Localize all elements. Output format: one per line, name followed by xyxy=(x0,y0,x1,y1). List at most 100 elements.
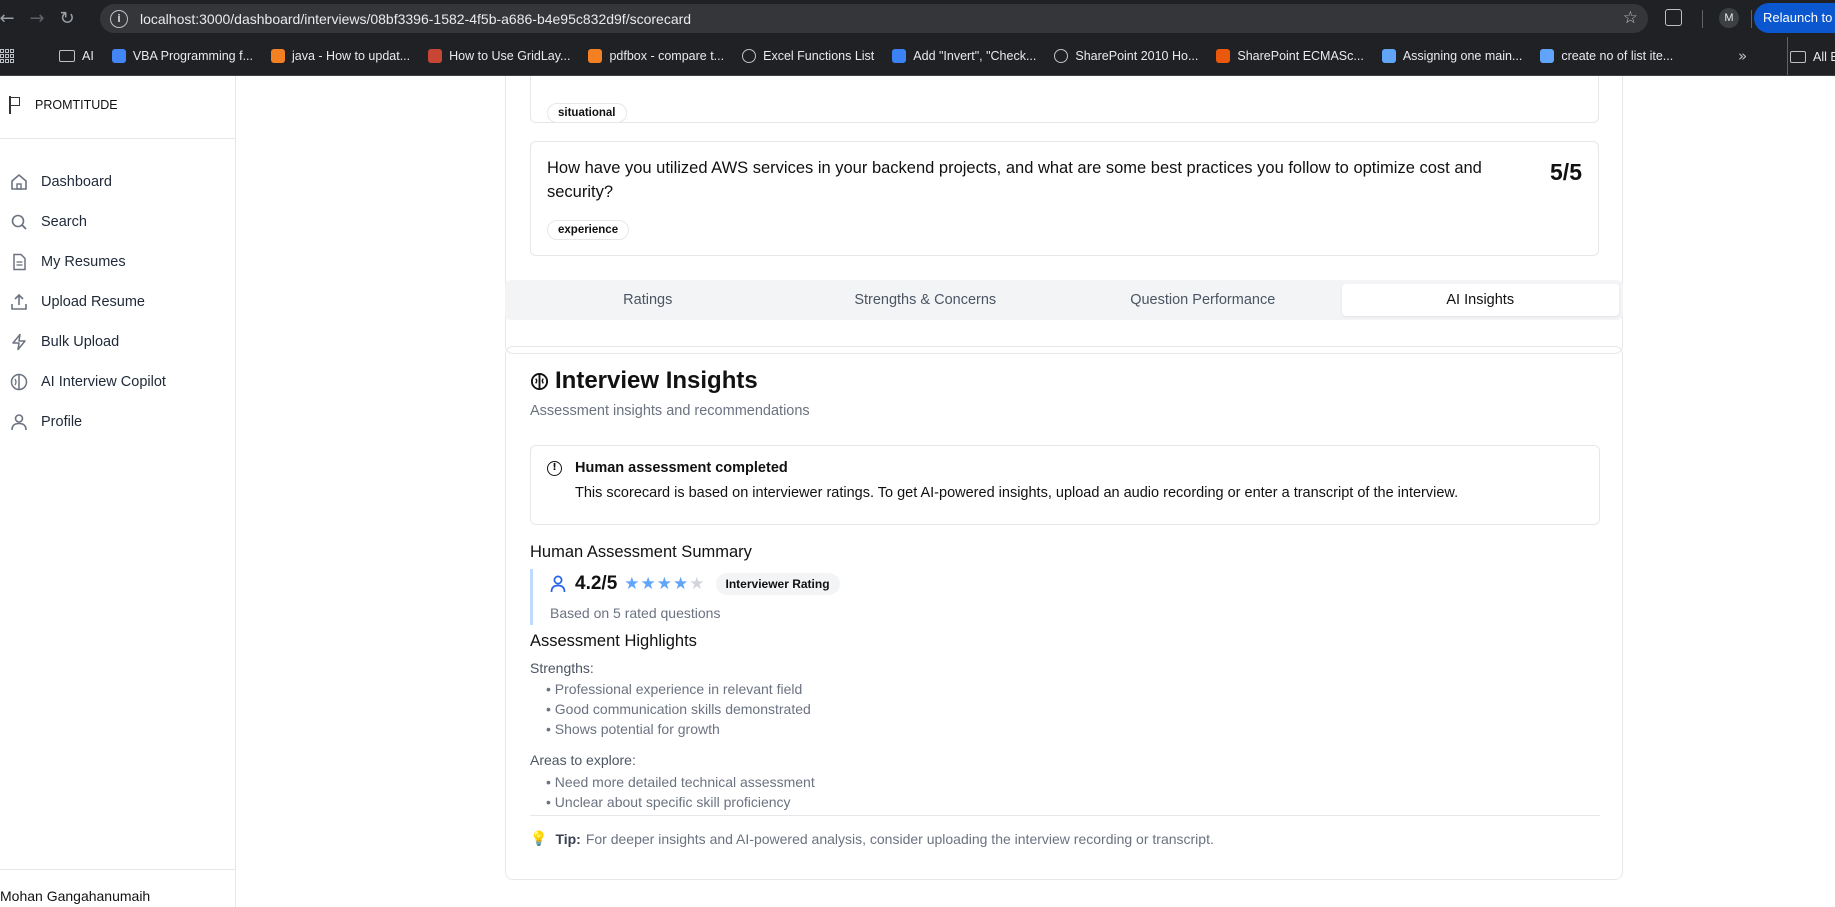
sidebar-item-profile[interactable]: Profile xyxy=(0,402,236,442)
interview-insights-card: Interview Insights Assessment insights a… xyxy=(505,346,1623,880)
user-name[interactable]: Mohan Gangahanumaih xyxy=(0,888,150,904)
forward-icon[interactable]: → xyxy=(22,8,52,29)
insights-subtitle: Assessment insights and recommendations xyxy=(530,403,810,419)
question-card: situational xyxy=(530,76,1599,123)
sidebar-item-dashboard[interactable]: Dashboard xyxy=(0,162,236,202)
toolbar-divider xyxy=(1751,10,1752,28)
document-icon xyxy=(10,253,28,271)
reload-icon[interactable]: ↻ xyxy=(52,8,82,29)
human-assessment-summary-heading: Human Assessment Summary xyxy=(530,543,752,561)
bookmark-label: pdfbox - compare t... xyxy=(609,49,725,63)
tip-divider xyxy=(530,815,1600,816)
doc-icon xyxy=(892,49,907,63)
bookmark-item[interactable]: pdfbox - compare t... xyxy=(588,49,724,63)
sidebar-item-label: AI Interview Copilot xyxy=(41,374,166,390)
main-content: situational How have you utilized AWS se… xyxy=(237,76,1835,907)
bookmark-item[interactable]: SharePoint 2010 Ho... xyxy=(1054,49,1198,63)
stackoverflow-icon xyxy=(588,49,603,63)
toolbar-divider xyxy=(1702,10,1703,28)
strengths-label: Strengths: xyxy=(530,660,594,676)
bookmark-label: create no of list ite... xyxy=(1561,49,1674,63)
sidebar-item-label: My Resumes xyxy=(41,254,126,270)
sidebar-item-search[interactable]: Search xyxy=(0,202,236,242)
explore-list: Need more detailed technical assessmentU… xyxy=(546,772,815,812)
brand-name: PROMTITUDE xyxy=(35,98,118,112)
explore-label: Areas to explore: xyxy=(530,752,636,768)
sidebar: PROMTITUDE Dashboard Search My Resumes Uplo… xyxy=(0,76,236,907)
scorecard-tabs: Ratings Strengths & Concerns Question Perf… xyxy=(505,280,1623,320)
extensions-icon[interactable] xyxy=(1665,9,1682,26)
all-bookmarks-label: All B xyxy=(1813,49,1835,64)
bookmark-label: SharePoint 2010 Ho... xyxy=(1075,49,1199,63)
home-icon xyxy=(10,173,28,191)
list-item: Need more detailed technical assessment xyxy=(546,772,815,792)
tab-ratings[interactable]: Ratings xyxy=(509,284,787,316)
alert-circle-icon: ! xyxy=(547,461,562,476)
lightbulb-icon: 💡 xyxy=(530,831,548,847)
bookmark-item[interactable]: Add "Invert", "Check... xyxy=(892,49,1036,63)
folder-icon xyxy=(59,50,75,62)
address-bar[interactable]: i localhost:3000/dashboard/interviews/08… xyxy=(100,4,1648,33)
sidebar-item-label: Search xyxy=(41,214,87,230)
sidebar-item-upload-resume[interactable]: Upload Resume xyxy=(0,282,236,322)
bookmark-label: SharePoint ECMASc... xyxy=(1237,49,1364,63)
bookmark-item[interactable]: How to Use GridLay... xyxy=(428,49,570,63)
tip-label: Tip: xyxy=(555,831,581,847)
tab-strengths-concerns[interactable]: Strengths & Concerns xyxy=(787,284,1065,316)
globe-icon xyxy=(742,49,757,63)
brain-icon xyxy=(10,373,28,391)
tip: 💡 Tip: For deeper insights and AI-powere… xyxy=(530,831,1214,847)
bookmark-item[interactable]: create no of list ite... xyxy=(1540,49,1673,63)
sidebar-item-ai-interview-copilot[interactable]: AI Interview Copilot xyxy=(0,362,236,402)
profile-avatar[interactable]: M xyxy=(1719,8,1739,28)
site-icon xyxy=(1216,49,1231,63)
sidebar-item-label: Bulk Upload xyxy=(41,334,120,350)
user-icon xyxy=(10,413,28,431)
bookmark-label: Assigning one main... xyxy=(1402,49,1523,63)
stackoverflow-icon xyxy=(271,49,285,63)
bookmark-list: AI VBA Programming f... java - How to upda… xyxy=(59,49,1691,63)
upload-icon xyxy=(10,293,28,311)
bookmark-item[interactable]: Assigning one main... xyxy=(1381,49,1523,63)
folder-icon xyxy=(1790,50,1806,63)
bookmark-item[interactable]: SharePoint ECMASc... xyxy=(1216,49,1364,63)
insights-title-text: Interview Insights xyxy=(555,367,758,394)
sidebar-divider xyxy=(0,869,236,870)
bookmark-label: VBA Programming f... xyxy=(132,49,253,63)
bookmark-item[interactable]: VBA Programming f... xyxy=(111,49,253,63)
sidebar-item-bulk-upload[interactable]: Bulk Upload xyxy=(0,322,236,362)
tab-question-performance[interactable]: Question Performance xyxy=(1064,284,1342,316)
bookmark-star-icon[interactable]: ☆ xyxy=(1623,8,1638,28)
sidebar-item-label: Upload Resume xyxy=(41,294,145,310)
back-icon[interactable]: ← xyxy=(0,8,22,29)
alert-title: Human assessment completed xyxy=(575,460,788,476)
strengths-list: Professional experience in relevant fiel… xyxy=(546,679,811,739)
more-bookmarks-icon[interactable]: » xyxy=(1738,47,1747,65)
bookmark-item[interactable]: AI xyxy=(59,49,94,63)
bookmark-item[interactable]: Excel Functions List xyxy=(742,49,874,63)
apps-grid-icon[interactable] xyxy=(0,49,14,63)
sidebar-item-label: Profile xyxy=(41,414,83,430)
site-info-icon[interactable]: i xyxy=(110,9,128,28)
list-item: Professional experience in relevant fiel… xyxy=(546,679,811,699)
sidebar-divider xyxy=(0,138,236,139)
bookmarks-bar: AI VBA Programming f... java - How to upda… xyxy=(0,37,1835,76)
sidebar-item-my-resumes[interactable]: My Resumes xyxy=(0,242,236,282)
star-icon: ★ xyxy=(689,574,705,594)
brand-logo[interactable]: PROMTITUDE xyxy=(8,96,118,114)
bookmark-item[interactable]: java - How to updat... xyxy=(271,49,410,63)
assessment-alert: ! Human assessment completed This scorec… xyxy=(530,445,1600,525)
bookmark-label: How to Use GridLay... xyxy=(449,49,571,63)
bookmark-label: AI xyxy=(82,49,94,63)
relaunch-button[interactable]: Relaunch to u xyxy=(1754,3,1835,33)
url-text[interactable]: localhost:3000/dashboard/interviews/08bf… xyxy=(140,11,691,27)
wing-icon xyxy=(1540,49,1555,63)
bookmark-label: Excel Functions List xyxy=(763,49,875,63)
bookmark-label: Add "Invert", "Check... xyxy=(913,49,1037,63)
rating-badge: Interviewer Rating xyxy=(715,573,840,595)
question-text: How have you utilized AWS services in yo… xyxy=(547,159,1482,201)
tab-ai-insights[interactable]: AI Insights xyxy=(1341,284,1619,316)
tip-text: For deeper insights and AI-powered analy… xyxy=(585,831,1214,847)
all-bookmarks-folder[interactable]: All B xyxy=(1787,37,1835,75)
bookmark-label: java - How to updat... xyxy=(292,49,411,63)
